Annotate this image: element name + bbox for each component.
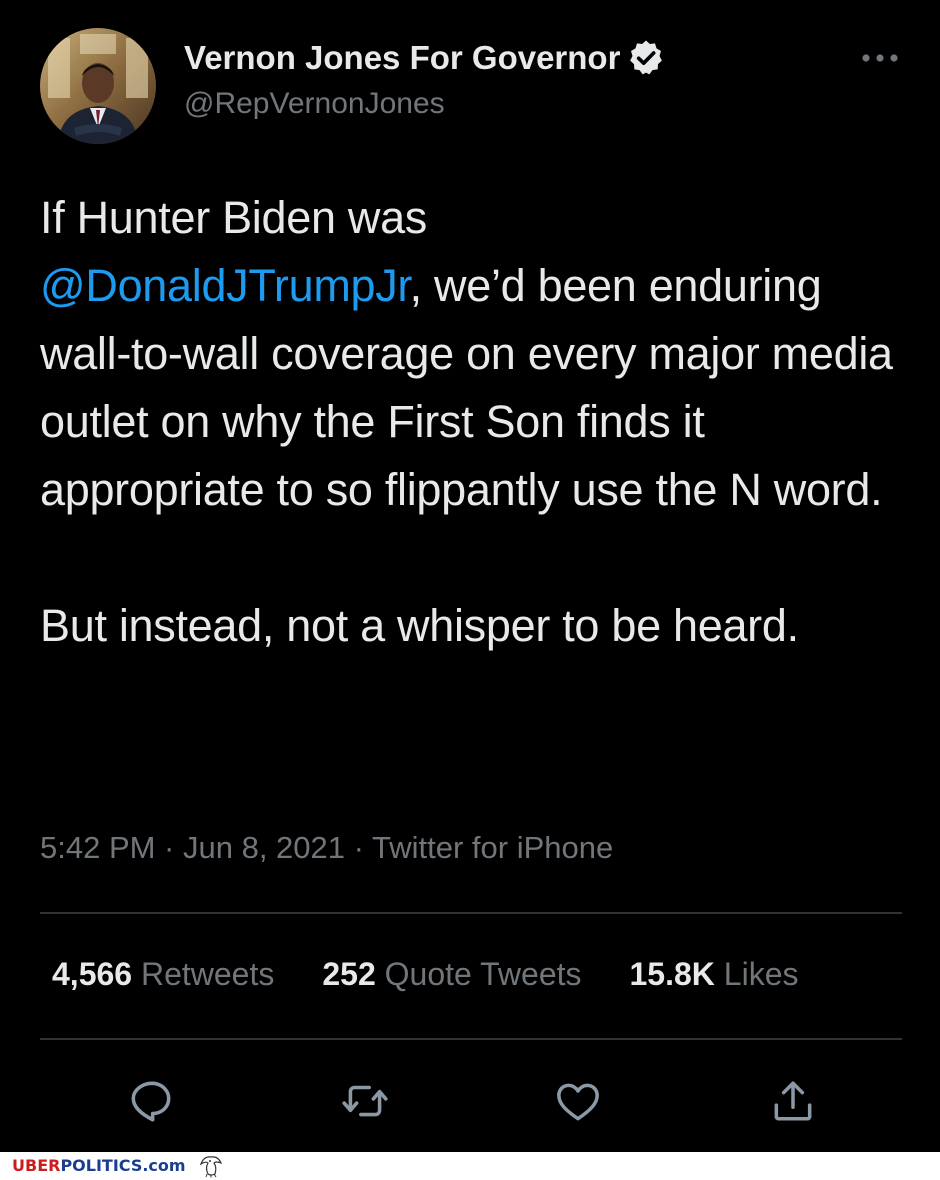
display-name-text: Vernon Jones For Governor — [184, 39, 621, 76]
avatar-photo — [40, 28, 156, 144]
user-handle[interactable]: @RepVernonJones — [184, 87, 445, 121]
retweets-count: 4,566 — [52, 956, 133, 992]
divider — [40, 1038, 902, 1040]
eagle-icon — [198, 1154, 224, 1178]
watermark-part-1: UBER — [12, 1156, 61, 1175]
retweets-stat[interactable]: 4,566 Retweets — [52, 956, 274, 993]
verified-badge-icon — [626, 38, 666, 78]
quote-tweets-label: Quote Tweets — [384, 956, 582, 992]
divider — [40, 912, 902, 914]
tweet-text-prefix: If Hunter Biden was — [40, 192, 427, 243]
like-icon[interactable] — [553, 1076, 603, 1126]
watermark-bar: UBERPOLITICS.com — [0, 1152, 940, 1180]
engagement-stats: 4,566 Retweets 252 Quote Tweets 15.8K Li… — [52, 956, 798, 993]
mention-link[interactable]: @DonaldJTrumpJr — [40, 260, 410, 311]
site-watermark[interactable]: UBERPOLITICS.com — [12, 1156, 186, 1175]
tweet-text: If Hunter Biden was @DonaldJTrumpJr, we’d… — [40, 184, 910, 660]
likes-count: 15.8K — [629, 956, 715, 992]
likes-label: Likes — [723, 956, 799, 992]
tweet-paragraph-2: But instead, not a whisper to be heard. — [40, 600, 799, 651]
tweet-detail: Vernon Jones For Governor @RepVernonJone… — [0, 0, 940, 1152]
more-options-icon[interactable] — [858, 44, 902, 72]
display-name[interactable]: Vernon Jones For Governor — [184, 38, 666, 78]
retweets-label: Retweets — [140, 956, 275, 992]
tweet-timestamp[interactable]: 5:42 PM · Jun 8, 2021 · Twitter for iPho… — [40, 830, 613, 866]
quote-tweets-stat[interactable]: 252 Quote Tweets — [322, 956, 581, 993]
avatar[interactable] — [40, 28, 156, 144]
share-icon[interactable] — [768, 1076, 818, 1126]
tweet-paragraph-1: If Hunter Biden was @DonaldJTrumpJr, we’d… — [40, 184, 910, 524]
watermark-part-2: POLITICS.com — [60, 1156, 186, 1175]
likes-stat[interactable]: 15.8K Likes — [630, 956, 799, 993]
reply-icon[interactable] — [126, 1076, 176, 1126]
retweet-icon[interactable] — [340, 1076, 390, 1126]
quote-tweets-count: 252 — [322, 956, 376, 992]
